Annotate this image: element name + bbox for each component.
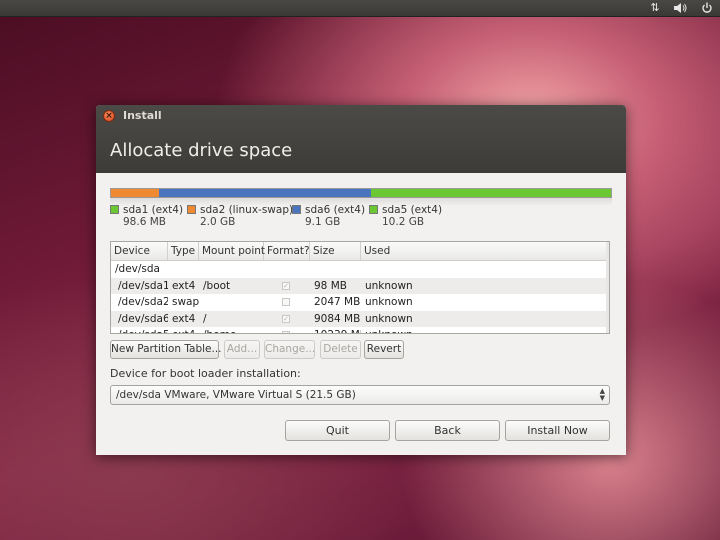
table-header: Device Type Mount point Format? Size Use… bbox=[111, 242, 609, 261]
legend-size: 10.2 GB bbox=[382, 216, 425, 228]
power-icon[interactable] bbox=[698, 0, 716, 16]
cell-device: /dev/sda2 bbox=[118, 296, 168, 308]
volume-icon[interactable] bbox=[671, 0, 689, 16]
cell-size: 10239 MB bbox=[310, 327, 361, 333]
column-header-device[interactable]: Device bbox=[111, 242, 168, 260]
cell-type: ext4 bbox=[168, 327, 199, 333]
cell-used: unknown bbox=[361, 327, 607, 333]
legend-swatch bbox=[292, 205, 301, 214]
column-header-type[interactable]: Type bbox=[168, 242, 199, 260]
partition-segment-sda6 bbox=[159, 189, 371, 197]
column-header-used[interactable]: Used bbox=[361, 242, 607, 260]
table-row[interactable]: /dev/sda6 ext4 / ✓ 9084 MB unknown bbox=[111, 310, 609, 327]
table-row[interactable]: /dev/sda1 ext4/boot ✓ 98 MB unknown bbox=[111, 277, 609, 294]
cell-type bbox=[168, 261, 199, 277]
cell-used: unknown bbox=[365, 296, 413, 308]
cell-format: ✓ bbox=[264, 311, 310, 327]
legend-swatch bbox=[369, 205, 378, 214]
table-row[interactable]: /dev/sda5ext4/home ✓ 10239 MBunknown bbox=[111, 327, 609, 333]
window-title: Install bbox=[123, 109, 162, 122]
cell-size: 98 MB bbox=[314, 279, 347, 292]
cell-type: swap bbox=[172, 296, 199, 308]
cell-mount bbox=[199, 261, 264, 277]
format-checkbox[interactable]: ✓ bbox=[282, 314, 290, 323]
cell-used: unknown bbox=[365, 279, 413, 292]
install-now-button[interactable]: Install Now bbox=[505, 420, 610, 441]
page-title: Allocate drive space bbox=[110, 140, 293, 161]
legend-swatch bbox=[187, 205, 196, 214]
cell-mount: / bbox=[203, 312, 207, 325]
legend-name: sda6 (ext4) bbox=[305, 204, 366, 216]
cell-mount: /home bbox=[199, 327, 264, 333]
cell-format: ✓ bbox=[264, 327, 310, 333]
updown-arrows-icon: ▲ ▼ bbox=[599, 387, 605, 402]
cell-device: /dev/sda6 bbox=[118, 312, 168, 325]
column-header-size[interactable]: Size bbox=[310, 242, 361, 260]
bootloader-device-select[interactable]: /dev/sda VMware, VMware Virtual S (21.5 … bbox=[110, 385, 610, 405]
cell-format: ✓ bbox=[264, 278, 310, 294]
cell-size: 2047 MB bbox=[314, 296, 361, 308]
format-checkbox[interactable]: ✓ bbox=[282, 281, 290, 290]
cell-type: ext4 bbox=[172, 312, 196, 325]
table-row[interactable]: /dev/sda2 swap 2047 MB unknown bbox=[111, 294, 609, 311]
new-partition-table-button[interactable]: New Partition Table... bbox=[110, 340, 222, 359]
legend-size: 98.6 MB bbox=[123, 216, 166, 228]
partition-segment-sda5 bbox=[371, 189, 611, 197]
cell-device: /dev/sda5 bbox=[111, 327, 168, 333]
quit-button[interactable]: Quit bbox=[285, 420, 390, 441]
cell-format bbox=[264, 261, 310, 277]
cell-mount: /boot bbox=[203, 279, 231, 292]
change-partition-button[interactable]: Change... bbox=[264, 340, 315, 359]
cell-mount bbox=[199, 294, 264, 310]
cell-size bbox=[310, 261, 361, 277]
bootloader-label: Device for boot loader installation: bbox=[110, 367, 301, 380]
cell-used: unknown bbox=[365, 312, 413, 325]
format-checkbox[interactable] bbox=[282, 298, 290, 306]
cell-format bbox=[264, 294, 310, 310]
partition-segment-sda1 bbox=[111, 189, 159, 197]
revert-button[interactable]: Revert bbox=[364, 340, 404, 359]
delete-partition-button[interactable]: Delete bbox=[320, 340, 361, 359]
cell-type: ext4 bbox=[172, 279, 196, 292]
legend-size: 2.0 GB bbox=[200, 216, 236, 228]
legend-name: sda5 (ext4) bbox=[382, 204, 443, 216]
legend-swatch bbox=[110, 205, 119, 214]
legend-size: 9.1 GB bbox=[305, 216, 341, 228]
add-partition-button[interactable]: Add... bbox=[224, 340, 260, 359]
bootloader-selected-value: /dev/sda VMware, VMware Virtual S (21.5 … bbox=[116, 389, 356, 401]
cell-device: /dev/sda1 bbox=[118, 279, 168, 292]
table-scrollbar[interactable] bbox=[606, 242, 609, 333]
legend-name: sda2 (linux-swap) bbox=[200, 204, 294, 216]
network-updown-icon[interactable]: ⇅ bbox=[646, 0, 664, 16]
close-icon[interactable]: × bbox=[103, 110, 115, 122]
cell-used bbox=[361, 261, 607, 277]
column-header-mount-point[interactable]: Mount point bbox=[199, 242, 265, 260]
cell-size: 9084 MB bbox=[314, 312, 361, 325]
install-window: × Install Allocate drive space sda1 (ext… bbox=[96, 105, 626, 455]
title-bar: × Install Allocate drive space bbox=[96, 105, 626, 173]
column-header-format[interactable]: Format? bbox=[264, 242, 310, 260]
table-row[interactable]: /dev/sda bbox=[111, 261, 609, 278]
partition-bar bbox=[110, 188, 612, 198]
cell-device: /dev/sda bbox=[115, 263, 160, 275]
partition-table[interactable]: Device Type Mount point Format? Size Use… bbox=[110, 241, 610, 334]
format-checkbox[interactable]: ✓ bbox=[282, 331, 290, 333]
top-panel: ⇅ bbox=[0, 0, 720, 17]
legend-name: sda1 (ext4) bbox=[123, 204, 184, 216]
back-button[interactable]: Back bbox=[395, 420, 500, 441]
